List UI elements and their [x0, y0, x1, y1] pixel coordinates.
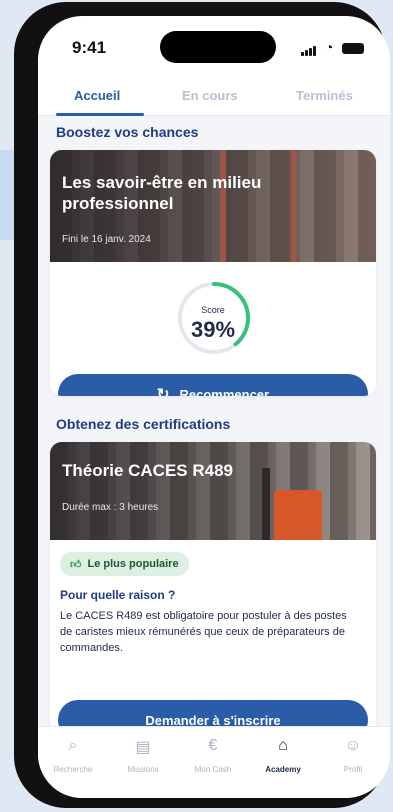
nav-label: Mon Cash [194, 765, 232, 774]
status-icons: ◔ [301, 39, 364, 57]
tab-accueil[interactable]: Accueil [74, 88, 120, 103]
tab-bar: Accueil En cours Terminés [38, 72, 390, 116]
euro-icon: € [208, 737, 218, 754]
course-date: Fini le 16 janv. 2024 [62, 234, 151, 245]
section-title-certifications: Obtenez des certifications [56, 416, 231, 432]
nav-academy[interactable]: ⌂ Academy [248, 737, 318, 774]
nav-label: Recherche [53, 765, 93, 774]
reason-text: Le CACES R489 est obligatoire pour postu… [60, 610, 347, 654]
app-screen: 9:41 ◔ Accueil En cours Terminés Boostez… [38, 16, 390, 798]
nav-profil[interactable]: ☺ Profil [318, 737, 388, 774]
request-enrollment-label: Demander à s'inscrire [145, 712, 281, 727]
restart-button[interactable]: ↻ Recommencer [58, 374, 368, 396]
status-time: 9:41 [72, 38, 107, 57]
reason-title: Pour quelle raison ? [60, 588, 176, 602]
course-details: 👍︎ Le plus populaire Pour quelle raison … [50, 540, 376, 720]
section-title-boost: Boostez vos chances [56, 124, 199, 140]
tab-termines[interactable]: Terminés [296, 88, 353, 103]
nav-label: Academy [265, 765, 301, 774]
course-title: Théorie CACES R489 [62, 461, 233, 480]
tab-en-cours[interactable]: En cours [182, 88, 238, 103]
score-label: Score [201, 305, 225, 315]
document-icon: ▤ [135, 739, 151, 756]
dynamic-island [160, 31, 276, 63]
restart-button-label: Recommencer [179, 386, 270, 397]
course-title: Les savoir-être en milieu professionnel [62, 173, 262, 213]
course-card-caces[interactable]: Théorie CACES R489 Durée max : 3 heures … [50, 442, 376, 726]
status-bar: 9:41 ◔ [38, 16, 390, 68]
popular-badge-label: Le plus populaire [87, 558, 179, 570]
phone-frame: 9:41 ◔ Accueil En cours Terminés Boostez… [14, 2, 390, 808]
user-icon: ☺ [344, 737, 362, 754]
course-image: Théorie CACES R489 Durée max : 3 heures [50, 442, 376, 540]
nav-label: Missions [127, 765, 159, 774]
battery-icon [342, 43, 364, 55]
course-card-savoir-etre[interactable]: Les savoir-être en milieu professionnel … [50, 150, 376, 396]
course-duration: Durée max : 3 heures [62, 502, 159, 513]
nav-recherche[interactable]: ⌕ Recherche [38, 737, 108, 774]
nav-missions[interactable]: ▤ Missions [108, 737, 178, 774]
search-icon: ⌕ [68, 737, 78, 754]
thumbs-up-icon: 👍︎ [70, 558, 82, 571]
request-enrollment-button[interactable]: Demander à s'inscrire [58, 700, 368, 726]
nav-label: Profil [343, 765, 363, 774]
academy-icon: ⌂ [278, 737, 288, 754]
score-value: 39% [190, 317, 236, 342]
course-image: Les savoir-être en milieu professionnel … [50, 150, 376, 262]
signal-icon [301, 41, 317, 57]
main-content: Boostez vos chances Les savoir-être en m… [38, 116, 390, 726]
refresh-icon: ↻ [156, 386, 170, 396]
nav-mon-cash[interactable]: € Mon Cash [178, 737, 248, 774]
score-section: Score 39% [50, 262, 376, 382]
bottom-nav: ⌕ Recherche ▤ Missions € Mon Cash ⌂ Acad… [38, 726, 390, 798]
wifi-icon: ◔ [324, 39, 335, 55]
popular-badge: 👍︎ Le plus populaire [60, 552, 189, 576]
forklift-decoration [262, 468, 322, 540]
